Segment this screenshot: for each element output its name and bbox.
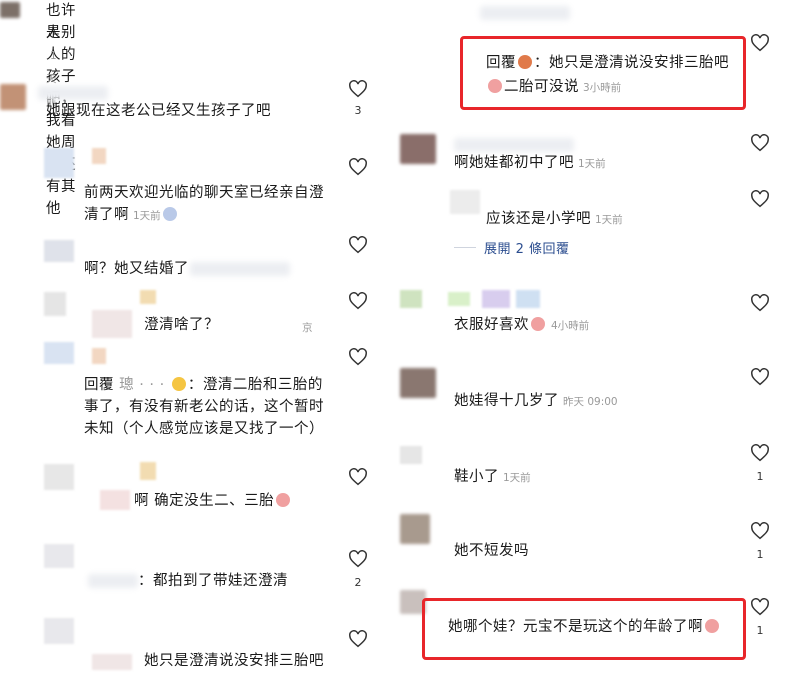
username-blurred [88, 574, 138, 588]
emoji-icon [276, 493, 291, 507]
avatar[interactable] [44, 292, 66, 316]
comment-text: 啊她娃都初中了吧 1天前 [454, 155, 606, 171]
comment-text: 二胎可没说 3小時前 [486, 76, 621, 99]
like-heart-icon[interactable] [348, 158, 368, 176]
like-heart-icon[interactable] [750, 294, 770, 312]
comment-text: 啊？她又结婚了 [84, 261, 189, 277]
comment-text: 回覆 璁 · · · ：澄清二胎和三胎的 [84, 377, 323, 393]
avatar-pixel [516, 290, 540, 308]
emoji-icon [488, 79, 502, 93]
like-heart-icon[interactable] [348, 630, 368, 648]
avatar[interactable] [44, 342, 74, 364]
username-blurred [190, 262, 290, 276]
like-count: 1 [756, 624, 764, 637]
emoji-icon [518, 55, 532, 69]
avatar[interactable] [400, 446, 422, 464]
avatar-pixel [140, 462, 156, 480]
avatar[interactable] [44, 464, 74, 490]
emoji-icon [531, 317, 545, 331]
avatar[interactable] [44, 618, 74, 644]
avatar-pixel [100, 490, 130, 510]
avatar[interactable] [0, 84, 26, 110]
avatar-pixel [92, 348, 106, 364]
expand-divider [454, 247, 476, 248]
timestamp: 1天前 [595, 214, 623, 226]
comment-text: 回覆 ：她只是澄清说没安排三胎吧 [486, 55, 729, 71]
comment-text: 应该还是小学吧 1天前 [486, 211, 623, 227]
username-blurred [454, 138, 574, 152]
comment-text: 衣服好喜欢 4小時前 [454, 317, 590, 333]
comment-text: 她跟现在这老公已经又生孩子了吧 [46, 103, 271, 119]
avatar[interactable] [400, 368, 436, 398]
like-count: 1 [756, 548, 764, 561]
timestamp: 昨天 09:00 [563, 396, 618, 408]
like-heart-icon[interactable] [348, 236, 368, 254]
comment-text: 事了，有没有新老公的话，这个暂时 [84, 399, 324, 415]
avatar-pixel [92, 310, 132, 338]
expand-replies-link[interactable]: 展開 2 條回覆 [484, 238, 570, 257]
like-heart-icon[interactable] [750, 34, 770, 52]
like-count: 2 [354, 576, 362, 589]
like-heart-icon[interactable] [750, 522, 770, 540]
avatar-pixel [92, 148, 106, 164]
like-heart-icon[interactable] [750, 134, 770, 152]
avatar[interactable] [44, 148, 74, 178]
timestamp: 3小時前 [583, 82, 622, 94]
comment-text: 她只是澄清说没安排三胎吧 [144, 653, 324, 669]
emoji-icon [162, 207, 177, 221]
comment-text: 她哪个娃？元宝不是玩这个的年龄了啊 [448, 616, 721, 638]
username-blurred [480, 6, 570, 20]
like-count: 1 [756, 470, 764, 483]
comment-text: 鞋小了 1天前 [454, 469, 531, 485]
comment-text: 未知（个人感觉应该是又找了一个） [84, 421, 324, 437]
comment-text: 啊 确定没生二、三胎 [134, 490, 292, 512]
like-heart-icon[interactable] [348, 468, 368, 486]
emoji-icon [705, 619, 719, 633]
avatar[interactable] [450, 190, 480, 214]
like-heart-icon[interactable] [750, 444, 770, 462]
avatar-pixel [140, 290, 156, 304]
timestamp: 1天前 [503, 472, 531, 484]
avatar[interactable] [400, 514, 430, 544]
like-heart-icon[interactable] [348, 80, 368, 98]
like-heart-icon[interactable] [750, 598, 770, 616]
comment-text: 她娃得十几岁了 昨天 09:00 [454, 393, 618, 409]
like-heart-icon[interactable] [348, 292, 368, 310]
timestamp: 京 [302, 322, 313, 334]
like-count: 3 [354, 104, 362, 117]
avatar[interactable] [0, 2, 20, 18]
like-heart-icon[interactable] [348, 550, 368, 568]
comment-text: ：都拍到了带娃还澄清 [138, 573, 288, 589]
avatar-pixel [92, 654, 132, 670]
like-heart-icon[interactable] [750, 368, 770, 386]
comment-text: 澄清啥了？ [144, 317, 219, 333]
like-heart-icon[interactable] [750, 190, 770, 208]
avatar-pixel [448, 292, 470, 306]
avatar[interactable] [44, 240, 74, 262]
comment-text: 前两天欢迎光临的聊天室已经亲自澄 [84, 185, 324, 201]
timestamp: 4小時前 [551, 320, 590, 332]
username-blurred [38, 86, 108, 100]
timestamp: 1天前 [133, 210, 161, 222]
avatar[interactable] [400, 134, 436, 164]
like-heart-icon[interactable] [348, 348, 368, 366]
comment-text: 清了啊 1天前 [84, 204, 179, 227]
comment-text: 她不短发吗 [454, 543, 529, 559]
timestamp: 1天前 [578, 158, 606, 170]
emoji-icon [171, 377, 186, 391]
avatar[interactable] [400, 290, 422, 308]
right-comment-column: 回覆 ：她只是澄清说没安排三胎吧 二胎可没说 3小時前 啊她娃都初中了吧 1天前 应该… [390, 0, 800, 680]
avatar-pixel [482, 290, 510, 308]
avatar[interactable] [44, 544, 74, 568]
left-comment-column: 也许是别人的孩子吧，我看她周围还有其他 人1天前 她跟现在这老公已经又生孩子了吧… [0, 0, 380, 680]
